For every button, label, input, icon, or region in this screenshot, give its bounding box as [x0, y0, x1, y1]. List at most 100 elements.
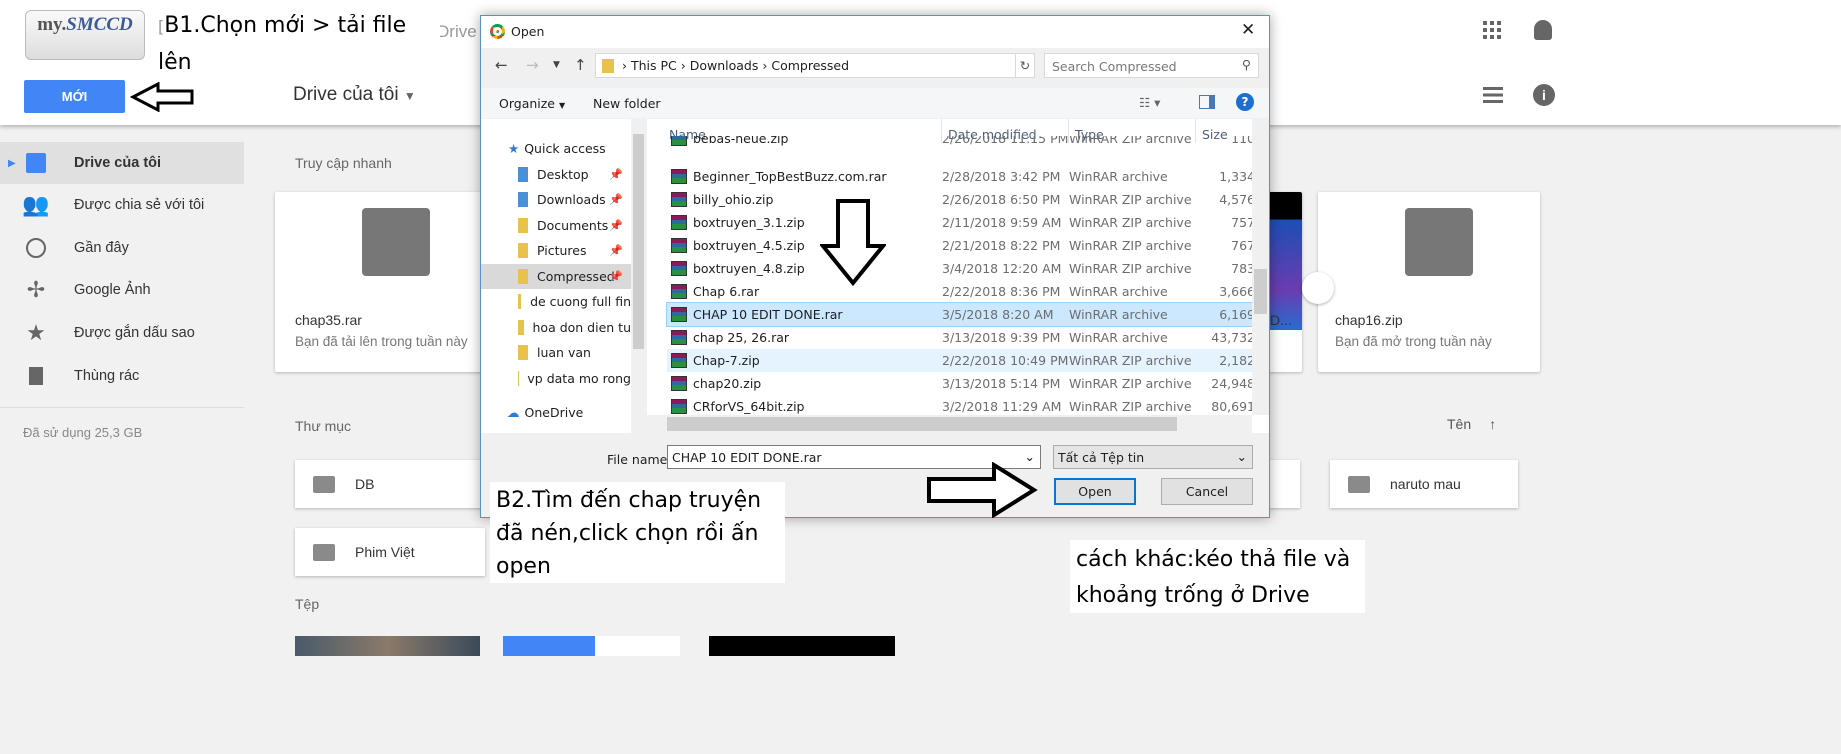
folders-heading: Thư mục	[295, 418, 352, 434]
up-arrow-icon[interactable]: ↑	[574, 56, 587, 74]
folder-phim-viet[interactable]: Phim Việt	[295, 528, 485, 576]
file-row[interactable]: bebas-neue.zip 2/26/2018 11:15 PM WinRAR Z…	[667, 136, 1257, 146]
storage-usage: Đã sử dụng 25,3 GB	[23, 425, 143, 440]
horizontal-scrollbar-thumb[interactable]	[667, 417, 1177, 431]
nav-scrollbar[interactable]	[631, 119, 646, 433]
horizontal-scrollbar[interactable]	[647, 415, 1252, 433]
file-row[interactable]: boxtruyen_4.8.zip 3/4/2018 12:20 AM WinRAR…	[667, 257, 1257, 280]
sidebar-item-shared[interactable]: 👥 Được chia sẻ với tôi	[0, 184, 244, 226]
sidebar-item-trash[interactable]: Thùng rác	[0, 355, 244, 397]
apps-grid-icon[interactable]	[1483, 21, 1501, 39]
new-folder-button[interactable]: New folder	[593, 96, 661, 111]
organize-menu[interactable]: Organize ▼	[499, 96, 565, 111]
nav-folder[interactable]: vp data mo rong	[481, 366, 631, 391]
nav-label: hoa don dien tu	[532, 320, 632, 335]
winrar-archive-icon	[671, 330, 687, 345]
search-input[interactable]: Search Compressed ⚲	[1044, 53, 1259, 78]
breadcrumb-compressed[interactable]: Compressed	[771, 58, 849, 73]
sidebar-divider	[0, 407, 244, 408]
back-arrow-icon[interactable]: ←	[495, 56, 508, 74]
sidebar-item-my-drive[interactable]: ▶ Drive của tôi	[0, 142, 244, 184]
dropdown-chevron-icon[interactable]: ⌄	[1237, 449, 1247, 464]
file-thumbnail[interactable]	[295, 636, 480, 656]
file-size: 1,334	[1219, 169, 1255, 184]
sidebar-item-starred[interactable]: ★ Được gắn dấu sao	[0, 312, 244, 354]
close-icon[interactable]: ✕	[1241, 20, 1255, 40]
info-icon[interactable]: i	[1533, 84, 1555, 106]
quick-access-card[interactable]: chap16.zip Bạn đã mở trong tuần này	[1302, 192, 1540, 372]
new-button[interactable]: MỚI	[24, 80, 125, 113]
nav-label: Downloads	[537, 192, 606, 207]
app-title-partial: Drive	[437, 22, 477, 41]
quick-access-card[interactable]: chap35.rar Bạn đã tải lên trong tuần này	[275, 192, 490, 372]
recent-locations-caret-icon[interactable]: ▼	[553, 60, 560, 70]
location-dropdown[interactable]: Drive của tôi ▼	[293, 84, 416, 106]
file-size: 783	[1231, 261, 1255, 276]
nav-quick-access[interactable]: ★ Quick access	[481, 136, 631, 161]
address-bar[interactable]: › This PC › Downloads › Compressed ⌄	[595, 53, 1035, 78]
nav-folder[interactable]: luan van	[481, 340, 631, 365]
notifications-bell-icon[interactable]	[1534, 20, 1552, 40]
file-row[interactable]: Beginner_TopBestBuzz.com.rar 2/28/2018 3:…	[667, 165, 1257, 188]
file-thumbnail[interactable]	[709, 636, 895, 656]
sort-by-name[interactable]: Tên ↑	[1447, 416, 1496, 432]
quick-access-heading: Truy cập nhanh	[295, 155, 392, 171]
nav-compressed[interactable]: Compressed 📌	[481, 264, 631, 289]
help-icon[interactable]: ?	[1236, 93, 1254, 111]
file-thumbnail[interactable]	[595, 636, 680, 656]
nav-onedrive[interactable]: ☁ OneDrive	[481, 400, 631, 425]
nav-pictures[interactable]: Pictures 📌	[481, 238, 631, 263]
card-title: chap16.zip	[1335, 312, 1403, 328]
file-name: Beginner_TopBestBuzz.com.rar	[693, 169, 887, 184]
view-options-icon[interactable]: ☷ ▾	[1139, 95, 1160, 110]
sidebar-item-recent[interactable]: Gần đây	[0, 227, 244, 269]
nav-label: Desktop	[537, 167, 589, 182]
file-row[interactable]: CHAP 10 EDIT DONE.rar 3/5/2018 8:20 AM Win…	[666, 302, 1258, 327]
breadcrumb-downloads[interactable]: Downloads	[690, 58, 759, 73]
open-button[interactable]: Open	[1054, 478, 1136, 505]
breadcrumb-sep: ›	[676, 58, 690, 73]
search-placeholder: Search Compressed	[1052, 59, 1177, 74]
cancel-button[interactable]: Cancel	[1161, 478, 1253, 505]
list-view-icon[interactable]	[1483, 87, 1503, 103]
file-date: 3/2/2018 11:29 AM	[942, 399, 1062, 414]
nav-folder[interactable]: de cuong full fin	[481, 289, 631, 314]
sidebar-item-photos[interactable]: ✢ Google Ảnh	[0, 269, 244, 311]
refresh-icon[interactable]: ↻	[1015, 53, 1035, 78]
winrar-archive-icon	[671, 169, 687, 184]
forward-arrow-icon[interactable]: →	[526, 56, 539, 74]
nav-label: Documents	[537, 218, 609, 233]
preview-pane-icon[interactable]	[1199, 95, 1215, 109]
file-thumbnail[interactable]	[503, 636, 595, 656]
file-type: WinRAR archive	[1069, 284, 1168, 299]
dialog-title: Open	[511, 24, 545, 39]
file-list-scrollbar[interactable]	[1252, 119, 1269, 415]
file-name: boxtruyen_4.8.zip	[693, 261, 805, 276]
logo[interactable]: my.SMCCD	[25, 10, 145, 60]
file-row[interactable]: boxtruyen_4.5.zip 2/21/2018 8:22 PM WinRAR…	[667, 234, 1257, 257]
nav-folder[interactable]: hoa don dien tu	[481, 315, 631, 340]
folder-db[interactable]: DB	[295, 460, 485, 508]
file-row[interactable]: chap20.zip 3/13/2018 5:14 PM WinRAR ZIP ar…	[667, 372, 1257, 395]
location-title: Drive của tôi	[293, 84, 399, 105]
nav-documents[interactable]: Documents 📌	[481, 213, 631, 238]
file-row[interactable]: chap 25, 26.rar 3/13/2018 9:39 PM WinRAR a…	[667, 326, 1257, 349]
file-name: CHAP 10 EDIT DONE.rar	[693, 307, 843, 322]
nav-downloads[interactable]: Downloads 📌	[481, 187, 631, 212]
file-type-filter[interactable]: Tất cả Tệp tin ⌄	[1053, 445, 1253, 469]
folder-naruto-mau[interactable]: naruto mau	[1330, 460, 1518, 508]
folder-icon	[518, 345, 528, 360]
nav-desktop[interactable]: Desktop 📌	[481, 162, 631, 187]
sort-ascending-arrow-icon[interactable]: ↑	[1489, 416, 1496, 432]
breadcrumb-this-pc[interactable]: This PC	[631, 58, 677, 73]
file-row[interactable]: Chap 6.rar 2/22/2018 8:36 PM WinRAR archiv…	[667, 280, 1257, 303]
file-row[interactable]: boxtruyen_3.1.zip 2/11/2018 9:59 AM WinRAR…	[667, 211, 1257, 234]
file-row[interactable]: Chap-7.zip 2/22/2018 10:49 PM WinRAR ZIP a…	[667, 349, 1257, 372]
scrollbar-thumb[interactable]	[1254, 269, 1267, 314]
file-row[interactable]: billy_ohio.zip 2/26/2018 6:50 PM WinRAR ZI…	[667, 188, 1257, 211]
expand-arrow-icon[interactable]: ▶	[8, 158, 16, 169]
nav-scrollbar-thumb[interactable]	[633, 134, 644, 349]
nav-label: Compressed	[537, 269, 615, 284]
nav-label: luan van	[537, 345, 591, 360]
shared-folder-icon	[1348, 475, 1370, 493]
